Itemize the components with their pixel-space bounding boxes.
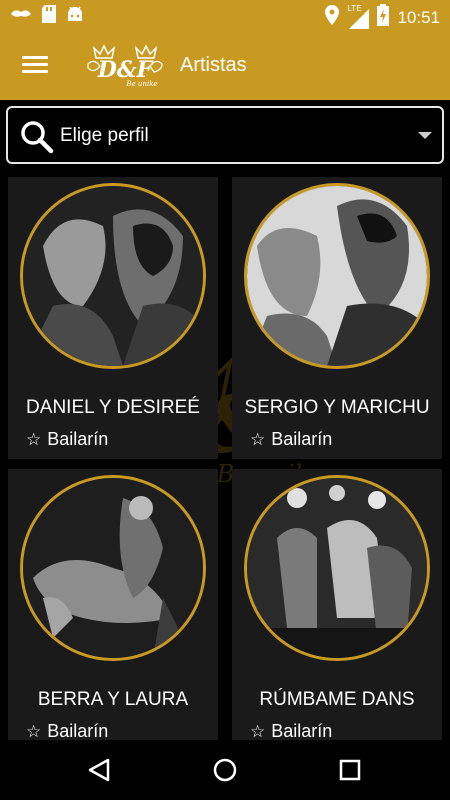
artist-role: ☆ Bailarín [26, 429, 108, 450]
page-title: Artistas [180, 54, 247, 76]
star-outline-icon: ☆ [250, 430, 266, 449]
dropdown-arrow-icon [418, 132, 432, 139]
status-time: 10:51 [397, 7, 440, 27]
artist-name: BERRA Y LAURA [37, 689, 189, 710]
artist-role-label: Bailarín [47, 721, 109, 740]
sd-card-icon [42, 5, 56, 28]
hamburger-icon-line [22, 56, 48, 59]
hamburger-icon-line [22, 63, 48, 66]
cat-logo-icon [10, 7, 32, 26]
artist-photo [244, 475, 430, 661]
profile-select[interactable]: Elige perfil [6, 106, 444, 164]
android-icon [66, 5, 84, 28]
star-outline-icon: ☆ [250, 722, 266, 740]
artist-card[interactable]: RÚMBAME DANS ☆ Bailarín [232, 469, 442, 740]
search-icon [20, 120, 54, 159]
artist-name: RÚMBAME DANS [259, 689, 415, 710]
artist-card[interactable]: SERGIO Y MARICHU ☆ Bailarín [232, 177, 442, 459]
system-nav-bar [0, 740, 450, 800]
app-bar: D&F Be unike Artistas [0, 32, 450, 100]
menu-button[interactable] [18, 52, 52, 80]
artist-role-label: Bailarín [47, 429, 109, 449]
artist-role: ☆ Bailarín [26, 721, 108, 740]
lte-signal-icon: LTE [347, 4, 370, 29]
artist-photo [20, 475, 206, 661]
artist-name: DANIEL Y DESIREÉ [26, 397, 200, 418]
recent-apps-icon[interactable] [339, 759, 361, 786]
svg-text:Be unike: Be unike [125, 80, 157, 88]
battery-charging-icon [377, 4, 390, 31]
back-icon[interactable] [88, 758, 110, 787]
artist-name: SERGIO Y MARICHU [244, 397, 430, 418]
artist-photo [20, 183, 206, 369]
location-icon [325, 5, 340, 30]
home-icon[interactable] [213, 758, 237, 787]
app-logo: D&F Be unike [84, 44, 166, 88]
artist-role-label: Bailarín [271, 721, 333, 740]
artist-card[interactable]: BERRA Y LAURA ☆ Bailarín [8, 469, 218, 740]
star-outline-icon: ☆ [26, 430, 42, 449]
profile-select-placeholder: Elige perfil [60, 125, 149, 146]
artist-photo [244, 183, 430, 369]
status-bar: LTE 10:51 [0, 0, 450, 32]
artist-grid: D&F Be unike DANIEL Y DESIREÉ ☆ Bailarín [0, 172, 450, 740]
artist-role: ☆ Bailarín [250, 721, 332, 740]
artist-role: ☆ Bailarín [250, 429, 332, 450]
star-outline-icon: ☆ [26, 722, 42, 740]
artist-card[interactable]: DANIEL Y DESIREÉ ☆ Bailarín [8, 177, 218, 459]
hamburger-icon-line [22, 70, 48, 73]
artist-role-label: Bailarín [271, 429, 333, 449]
